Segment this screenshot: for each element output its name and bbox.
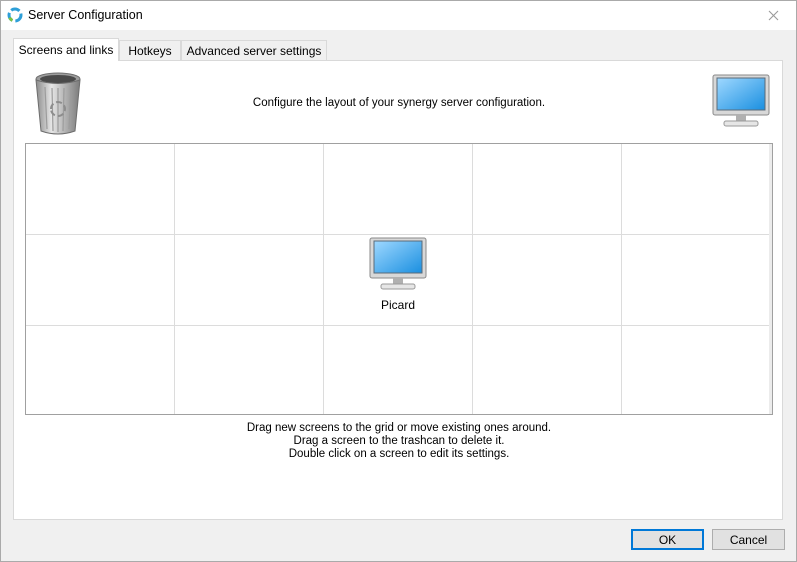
- configure-instructions: Configure the layout of your synergy ser…: [252, 97, 546, 109]
- hint-trashcan: Drag a screen to the trashcan to delete …: [293, 435, 505, 447]
- screen-name: Picard: [380, 298, 415, 312]
- tab-label: Advanced server settings: [186, 43, 322, 58]
- screen-layout-grid[interactable]: Picard: [25, 143, 773, 415]
- window-title: Server Configuration: [28, 8, 143, 22]
- grid-divider: [26, 234, 772, 235]
- tab-label: Screens and links: [18, 43, 114, 57]
- monitor-icon[interactable]: [712, 73, 770, 131]
- ok-button-label: OK: [658, 532, 677, 547]
- synergy-logo-icon: [7, 7, 23, 23]
- close-icon: [768, 10, 779, 21]
- tab-advanced-server-settings[interactable]: Advanced server settings: [181, 40, 327, 60]
- tab-hotkeys[interactable]: Hotkeys: [119, 40, 181, 60]
- title-bar[interactable]: Server Configuration: [1, 1, 796, 30]
- cancel-button[interactable]: Cancel: [712, 529, 785, 550]
- close-button[interactable]: [751, 1, 796, 30]
- hint-drag-screens: Drag new screens to the grid or move exi…: [246, 422, 552, 434]
- server-configuration-window: Server Configuration Screens and links H…: [0, 0, 797, 562]
- tab-label: Hotkeys: [128, 43, 172, 58]
- grid-edge: [769, 144, 772, 414]
- grid-divider: [472, 144, 473, 414]
- hint-double-click: Double click on a screen to edit its set…: [288, 448, 510, 460]
- cancel-button-label: Cancel: [729, 532, 768, 547]
- tab-screens-and-links[interactable]: Screens and links: [13, 38, 119, 61]
- grid-divider: [621, 144, 622, 414]
- grid-divider: [174, 144, 175, 414]
- monitor-icon: [369, 237, 427, 290]
- screen-picard[interactable]: Picard: [324, 236, 472, 326]
- screens-and-links-panel: Configure the layout of your synergy ser…: [13, 60, 783, 520]
- ok-button[interactable]: OK: [631, 529, 704, 550]
